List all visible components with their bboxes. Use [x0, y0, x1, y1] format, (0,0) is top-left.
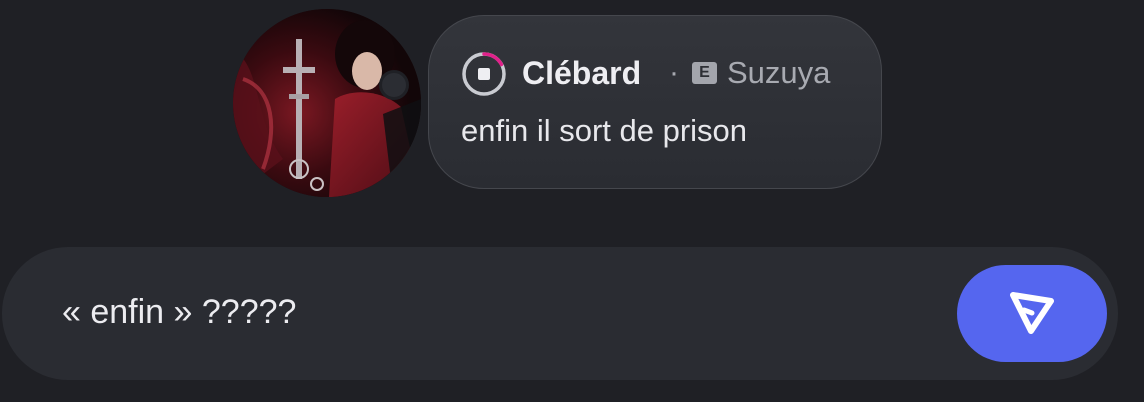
- server-badge-icon: E: [692, 62, 717, 84]
- server-name[interactable]: Suzuya: [727, 53, 830, 93]
- avatar[interactable]: [233, 9, 421, 197]
- message-author[interactable]: Clébard: [522, 53, 641, 93]
- message-text: enfin il sort de prison: [461, 113, 748, 148]
- author-separator: ·: [669, 56, 679, 89]
- message-composer[interactable]: « enfin » ?????: [2, 247, 1118, 380]
- composer-input[interactable]: « enfin » ?????: [62, 291, 296, 333]
- avatar-image: [233, 9, 421, 197]
- avatar-status-dot: [379, 70, 409, 100]
- send-paper-plane-icon: [1010, 292, 1054, 334]
- send-button[interactable]: [957, 265, 1107, 362]
- message-bubble[interactable]: Clébard · E Suzuya enfin il sort de pris…: [428, 15, 882, 189]
- status-ring-icon: [462, 52, 506, 96]
